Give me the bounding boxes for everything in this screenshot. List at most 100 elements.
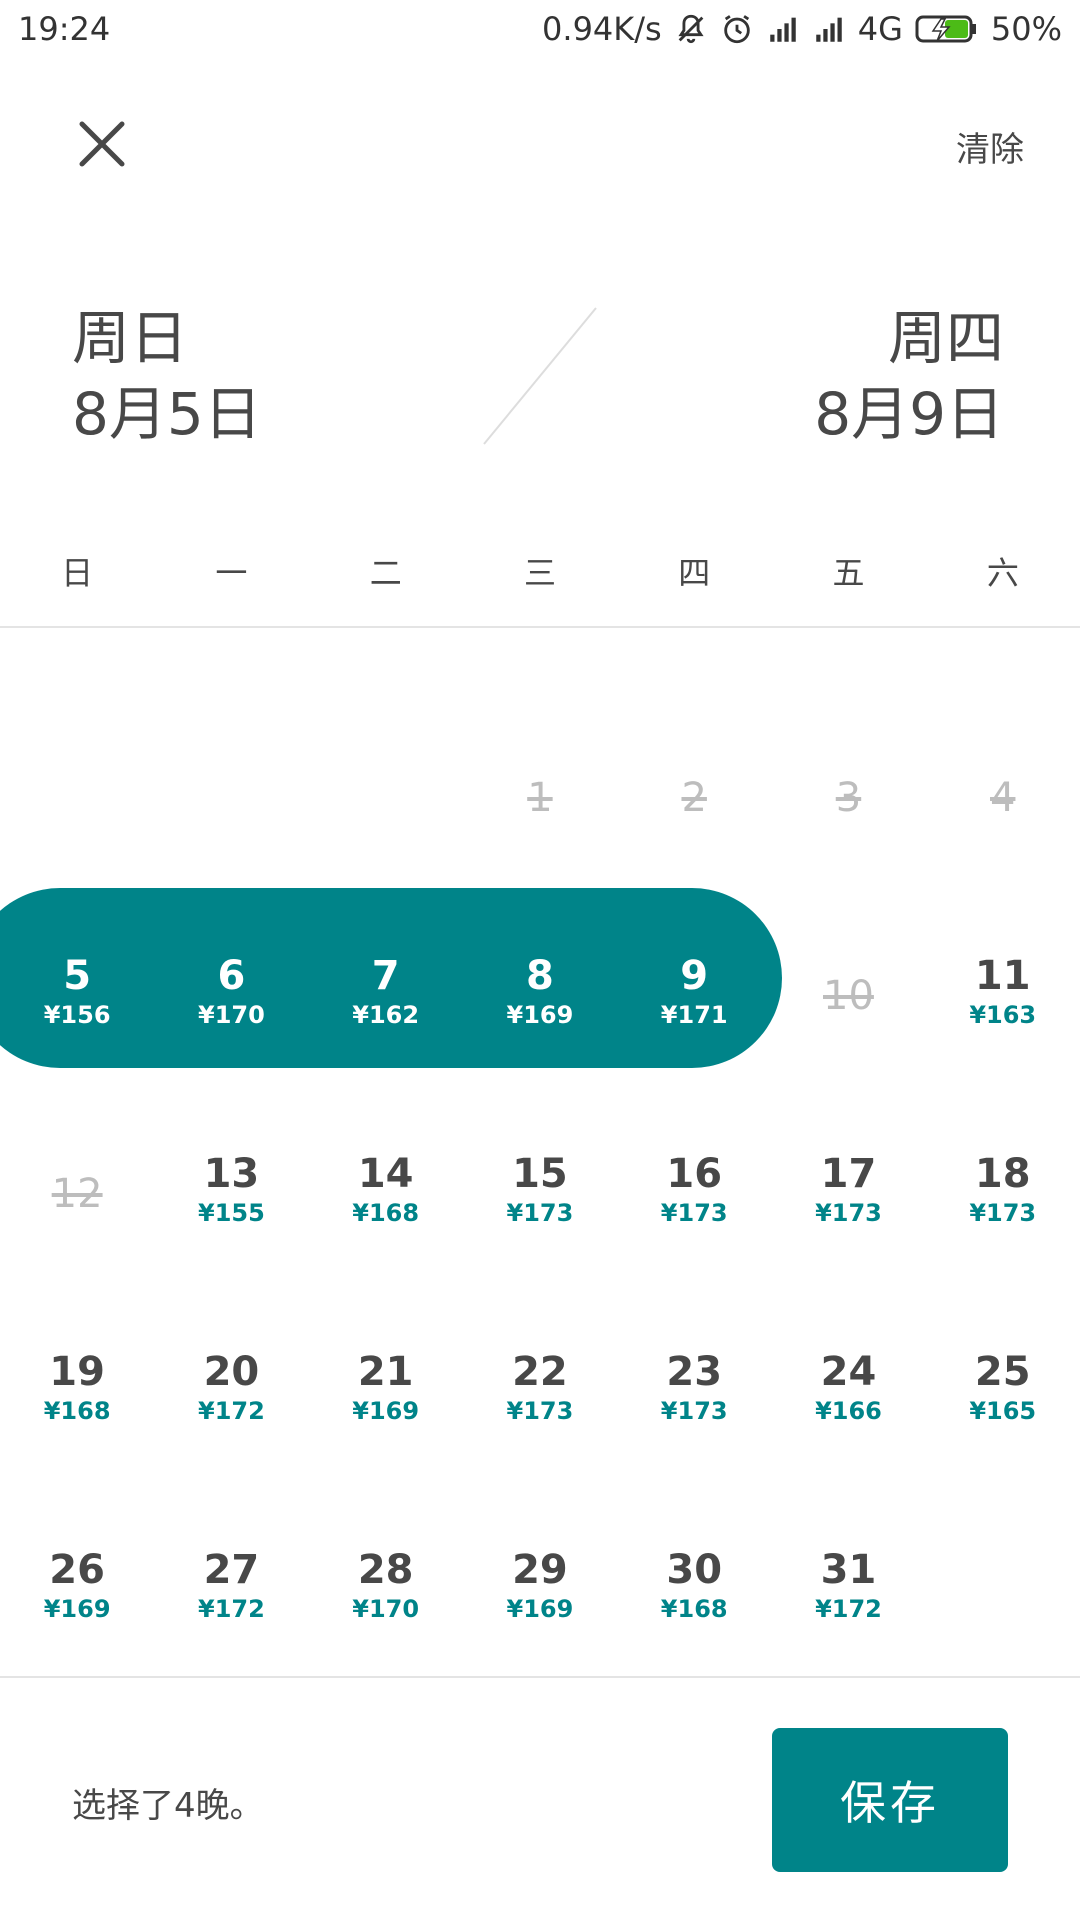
battery-icon: [915, 15, 976, 43]
day-cell[interactable]: 7 ¥162: [309, 898, 463, 1096]
day-number: 7: [371, 953, 400, 999]
weekday-label: 五: [832, 554, 865, 592]
empty-day-cell: [309, 700, 463, 898]
day-cell[interactable]: 11 ¥163: [926, 898, 1080, 1096]
calendar-week-row: 1 2 3 4: [0, 700, 1080, 898]
day-cell[interactable]: 18 ¥173: [926, 1096, 1080, 1294]
day-cell[interactable]: 28 ¥170: [309, 1492, 463, 1690]
day-cell[interactable]: 15 ¥173: [463, 1096, 617, 1294]
day-price: ¥172: [198, 1595, 265, 1623]
weekday-label: 一: [215, 554, 248, 592]
day-number: 11: [974, 953, 1031, 999]
day-number: 6: [217, 953, 246, 999]
day-cell: 2: [617, 700, 771, 898]
day-cell[interactable]: 16 ¥173: [617, 1096, 771, 1294]
calendar-week-row: 5 ¥156 6 ¥170 7 ¥162 8 ¥169 9 ¥171 10 11 ¥163: [0, 898, 1080, 1096]
day-number: 15: [512, 1151, 568, 1197]
check-in-date[interactable]: 周日 8月5日: [72, 300, 262, 452]
day-cell: 1: [463, 700, 617, 898]
day-cell: 10: [771, 898, 925, 1096]
day-number: 8: [526, 953, 554, 999]
network-type: 4G: [857, 10, 903, 48]
day-cell[interactable]: 21 ¥169: [309, 1294, 463, 1492]
day-price: ¥173: [969, 1199, 1037, 1227]
day-cell[interactable]: 5 ¥156: [0, 898, 154, 1096]
day-cell[interactable]: 26 ¥169: [0, 1492, 154, 1690]
status-icons: 0.94K/s 4G 50%: [542, 10, 1062, 48]
day-cell[interactable]: 22 ¥173: [463, 1294, 617, 1492]
calendar-grid: 1 2 3 4 5 ¥156 6 ¥170 7 ¥162 8 ¥169 9 ¥171 10 11 ¥163 12 1…: [0, 700, 1080, 1690]
day-cell[interactable]: 31 ¥172: [771, 1492, 925, 1690]
day-number: 22: [512, 1349, 568, 1395]
day-price: ¥170: [198, 1001, 265, 1029]
day-cell[interactable]: 30 ¥168: [617, 1492, 771, 1690]
weekday-header: 日 一 二 三 四 五 六: [0, 548, 1080, 596]
nights-selected-text: 选择了4晚。: [72, 1786, 264, 1826]
day-cell[interactable]: 25 ¥165: [926, 1294, 1080, 1492]
empty-day-cell: [926, 1492, 1080, 1690]
day-price: ¥168: [352, 1199, 420, 1227]
empty-day-cell: [154, 700, 308, 898]
day-number: 23: [666, 1349, 723, 1395]
day-number: 1: [527, 775, 553, 821]
day-number: 30: [666, 1547, 723, 1593]
day-cell[interactable]: 23 ¥173: [617, 1294, 771, 1492]
day-cell[interactable]: 17 ¥173: [771, 1096, 925, 1294]
day-cell[interactable]: 9 ¥171: [617, 898, 771, 1096]
day-number: 14: [357, 1151, 414, 1197]
day-number: 17: [820, 1151, 877, 1197]
day-price: ¥155: [198, 1199, 265, 1227]
weekday-label: 六: [986, 554, 1019, 592]
day-cell: 4: [926, 700, 1080, 898]
day-number: 20: [203, 1349, 260, 1395]
day-number: 2: [681, 775, 707, 821]
day-number: 4: [990, 775, 1016, 821]
footer-divider: [0, 1676, 1080, 1678]
mute-bell-icon: [678, 14, 704, 44]
calendar-week-row: 12 13 ¥155 14 ¥168 15 ¥173 16 ¥173 17 ¥173 18 ¥173: [0, 1096, 1080, 1294]
clear-button[interactable]: 清除: [956, 122, 1024, 171]
day-price: ¥172: [815, 1595, 882, 1623]
check-out-date[interactable]: 周四 8月9日: [814, 300, 1004, 452]
weekday-label: 日: [61, 554, 94, 592]
day-price: ¥173: [506, 1397, 574, 1425]
calendar-week-row: 26 ¥169 27 ¥172 28 ¥170 29 ¥169 30 ¥168 31 ¥172: [0, 1492, 1080, 1690]
day-price: ¥173: [506, 1199, 574, 1227]
day-cell[interactable]: 13 ¥155: [154, 1096, 308, 1294]
day-number: 26: [49, 1547, 105, 1593]
day-cell[interactable]: 20 ¥172: [154, 1294, 308, 1492]
day-cell[interactable]: 14 ¥168: [309, 1096, 463, 1294]
close-icon: [79, 121, 125, 167]
day-price: ¥169: [43, 1595, 111, 1623]
check-out-day: 8月9日: [814, 380, 1004, 448]
weekday-divider: [0, 626, 1080, 628]
day-cell[interactable]: 27 ¥172: [154, 1492, 308, 1690]
day-price: ¥173: [660, 1199, 728, 1227]
day-cell[interactable]: 8 ¥169: [463, 898, 617, 1096]
close-button[interactable]: [70, 112, 134, 176]
day-number: 24: [820, 1349, 877, 1395]
day-number: 10: [823, 973, 874, 1019]
day-number: 12: [51, 1171, 103, 1217]
day-number: 16: [666, 1151, 723, 1197]
day-number: 18: [974, 1151, 1031, 1197]
day-price: ¥166: [815, 1397, 882, 1425]
day-price: ¥169: [506, 1001, 574, 1029]
day-price: ¥173: [815, 1199, 882, 1227]
day-price: ¥170: [352, 1595, 420, 1623]
date-divider: [483, 307, 597, 445]
day-cell[interactable]: 29 ¥169: [463, 1492, 617, 1690]
day-cell[interactable]: 19 ¥168: [0, 1294, 154, 1492]
check-in-day: 8月5日: [72, 380, 262, 448]
day-cell[interactable]: 24 ¥166: [771, 1294, 925, 1492]
day-cell[interactable]: 6 ¥170: [154, 898, 308, 1096]
alarm-icon: [723, 15, 750, 44]
day-cell: 12: [0, 1096, 154, 1294]
weekday-label: 三: [523, 554, 556, 592]
day-price: ¥169: [506, 1595, 574, 1623]
day-price: ¥162: [352, 1001, 420, 1029]
day-price: ¥168: [660, 1595, 728, 1623]
save-button[interactable]: 保存: [772, 1728, 1008, 1872]
signal-icon-2: [815, 17, 842, 42]
day-number: 27: [203, 1547, 260, 1593]
